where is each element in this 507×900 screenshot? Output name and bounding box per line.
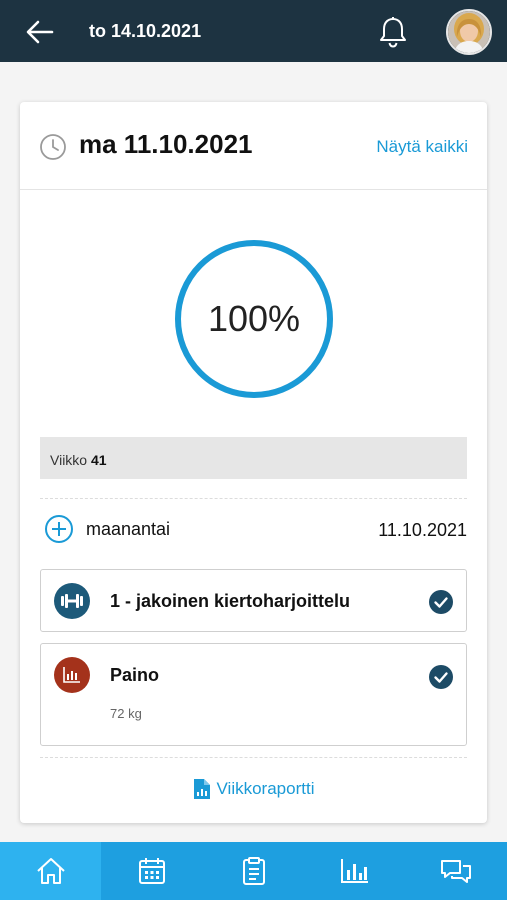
check-circle-icon [429, 665, 453, 689]
day-row: maanantai 11.10.2021 [40, 512, 467, 544]
bar-chart-icon [340, 859, 368, 883]
top-bar: to 14.10.2021 [0, 0, 507, 62]
notifications-button[interactable] [377, 15, 409, 49]
calendar-icon [139, 858, 166, 884]
activity-item-weight[interactable]: Paino 72 kg [40, 643, 467, 746]
back-button[interactable] [24, 16, 56, 48]
divider [40, 498, 467, 499]
report-file-icon [193, 779, 210, 799]
check-circle-icon [429, 590, 453, 614]
nav-tasks[interactable] [203, 842, 304, 900]
weekly-report-link[interactable]: Viikkoraportti [20, 778, 487, 805]
week-label: Viikko [50, 452, 88, 468]
add-button[interactable] [44, 514, 74, 544]
avatar[interactable] [446, 9, 492, 55]
weekly-report-label: Viikkoraportti [216, 779, 315, 798]
nav-calendar[interactable] [101, 842, 202, 900]
show-all-link[interactable]: Näytä kaikki [376, 137, 468, 157]
activity-title: 1 - jakoinen kiertoharjoittelu [110, 591, 351, 611]
bar-chart-icon [54, 657, 90, 693]
day-card: ma 11.10.2021 Näytä kaikki 100% Viikko 4… [20, 102, 487, 823]
progress-ring: 100% [173, 238, 335, 400]
user-avatar-image [448, 11, 490, 53]
activity-value: 72 kg [110, 706, 142, 721]
chat-bubbles-icon [441, 860, 472, 883]
card-header: ma 11.10.2021 Näytä kaikki [20, 102, 487, 190]
activity-title: Paino [110, 665, 160, 685]
page-title: to 14.10.2021 [89, 21, 202, 41]
card-date: ma 11.10.2021 [79, 129, 253, 159]
nav-home[interactable] [0, 842, 102, 900]
nav-messages[interactable] [406, 842, 507, 900]
home-icon [37, 858, 65, 884]
arrow-left-icon [26, 20, 54, 44]
week-number: 41 [90, 452, 107, 468]
bell-icon [380, 17, 406, 48]
dumbbell-icon [54, 583, 90, 619]
plus-circle-icon [45, 515, 73, 543]
nav-stats[interactable] [304, 842, 405, 900]
day-date: 11.10.2021 [378, 520, 467, 540]
day-name: maanantai [86, 519, 171, 539]
week-bar: Viikko 41 [40, 437, 467, 479]
bottom-nav [0, 842, 507, 900]
progress-percent: 100% [207, 298, 301, 339]
divider [40, 757, 467, 758]
activity-item-workout[interactable]: 1 - jakoinen kiertoharjoittelu [40, 569, 467, 632]
clock-icon [40, 134, 66, 160]
clipboard-icon [242, 857, 265, 885]
